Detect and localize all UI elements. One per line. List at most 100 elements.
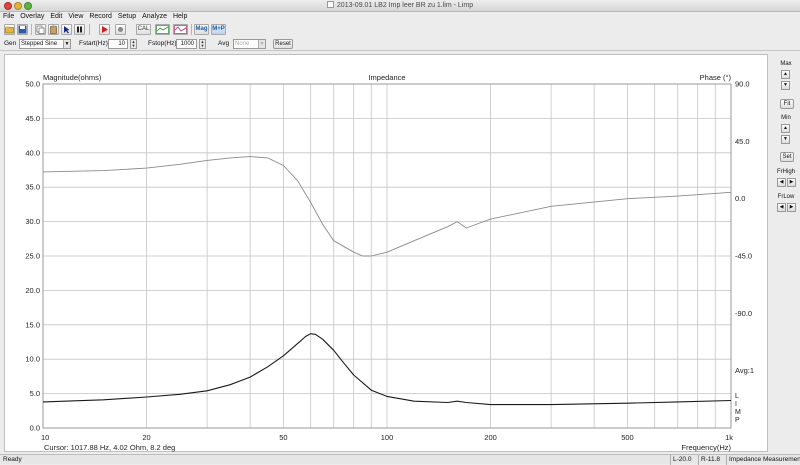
- chevron-down-icon: ▼: [63, 40, 70, 48]
- reset-button[interactable]: Reset: [273, 39, 293, 49]
- min-down-button[interactable]: ▼: [781, 135, 790, 144]
- pause-button[interactable]: [74, 24, 85, 35]
- generator-select[interactable]: Stepped Sine ▼: [19, 39, 71, 49]
- save-button[interactable]: [17, 24, 28, 35]
- frhigh-right-button[interactable]: ▶: [787, 178, 796, 187]
- frlow-label: FrLow: [777, 194, 795, 200]
- side-marker-p: P: [735, 417, 740, 424]
- copy-icon: [36, 25, 45, 34]
- fstart-stepper[interactable]: ▲ ▼: [130, 39, 137, 49]
- menu-record[interactable]: Record: [87, 12, 114, 22]
- status-bar: Ready L-20.0 R-11.8 Impedance Measuremen: [0, 454, 800, 465]
- menu-help[interactable]: Help: [171, 12, 189, 22]
- mag-phase-button[interactable]: M+P: [211, 24, 226, 35]
- phase-tick-label: 0.0: [735, 194, 745, 203]
- y-tick-label: 0.0: [30, 424, 40, 433]
- y-tick-label: 15.0: [25, 320, 40, 329]
- fstop-label: Fstop(Hz): [148, 40, 177, 47]
- x-tick-label: 100: [381, 433, 394, 442]
- frlow-left-button[interactable]: ◀: [777, 203, 786, 212]
- x-tick-label: 1k: [725, 433, 733, 442]
- min-up-button[interactable]: ▲: [781, 124, 790, 133]
- impedance-chart[interactable]: 50.0 45.0 40.0 35.0 30.0 25.0 20.0 15.0 10.0 5.0 0…: [5, 55, 769, 453]
- phase-tick-label: -45.0: [735, 252, 752, 261]
- magnitude-button[interactable]: Mag: [194, 24, 209, 35]
- record-icon: [118, 27, 123, 32]
- gen-label: Gen: [4, 40, 17, 47]
- y-tick-label: 10.0: [25, 355, 40, 364]
- disk-icon: [18, 25, 27, 34]
- generator-value: Stepped Sine: [21, 41, 58, 47]
- phase-tick-label: 45.0: [735, 137, 750, 146]
- record-button[interactable]: [115, 24, 126, 35]
- avg-label: Avg: [218, 40, 230, 47]
- frhigh-label: FrHigh: [776, 169, 795, 175]
- fstart-label: Fstart(Hz): [79, 40, 108, 47]
- y-tick-label: 25.0: [25, 252, 40, 261]
- pointer-icon: [64, 26, 70, 34]
- menu-view[interactable]: View: [66, 12, 85, 22]
- paste-button[interactable]: [48, 24, 59, 35]
- pause-icon: [77, 26, 82, 33]
- close-window-button[interactable]: [4, 2, 12, 10]
- y-tick-label: 35.0: [25, 183, 40, 192]
- y-tick-label: 5.0: [30, 389, 40, 398]
- frlow-right-button[interactable]: ▶: [787, 203, 796, 212]
- x-tick-label: 500: [621, 433, 634, 442]
- avg-value: None: [235, 41, 250, 47]
- menu-overlay[interactable]: Overlay: [18, 12, 46, 22]
- menu-analyze[interactable]: Analyze: [140, 12, 169, 22]
- menu-edit[interactable]: Edit: [48, 12, 64, 22]
- side-marker-m: M: [735, 409, 741, 416]
- y-tick-label: 30.0: [25, 217, 40, 226]
- side-marker-l: L: [735, 393, 739, 400]
- chevron-down-icon: ▼: [258, 40, 265, 48]
- window-title: 2013-09.01 LB2 Imp leer BR zu 1.lim - Li…: [336, 2, 474, 9]
- folder-icon: [5, 26, 14, 34]
- overlay-view-button[interactable]: [173, 24, 188, 35]
- y-tick-label: 50.0: [25, 80, 40, 89]
- y-tick-label: 45.0: [25, 114, 40, 123]
- x-tick-label: 10: [41, 433, 49, 442]
- minimize-window-button[interactable]: [14, 2, 22, 10]
- play-icon: [102, 26, 108, 33]
- title-bar: 2013-09.01 LB2 Imp leer BR zu 1.lim - Li…: [0, 0, 800, 12]
- right-panel: Max ▲ ▼ Fit Min ▲ ▼ Set FrHigh ◀ ▶ FrLow…: [772, 54, 800, 452]
- max-down-button[interactable]: ▼: [781, 81, 790, 90]
- set-button[interactable]: Set: [780, 152, 794, 162]
- fstart-input[interactable]: 10: [108, 39, 128, 49]
- x-axis-label: Frequency(Hz): [681, 443, 731, 452]
- fstop-stepper[interactable]: ▲ ▼: [199, 39, 206, 49]
- menu-file[interactable]: File: [0, 12, 16, 22]
- generator-bar: Gen Stepped Sine ▼ Fstart(Hz) 10 ▲ ▼ Fsto…: [0, 37, 800, 51]
- max-up-button[interactable]: ▲: [781, 70, 790, 79]
- phase-tick-label: 90.0: [735, 80, 750, 89]
- frhigh-left-button[interactable]: ◀: [777, 178, 786, 187]
- min-label: Min: [781, 115, 791, 121]
- run-button[interactable]: [99, 24, 110, 35]
- copy-button[interactable]: [35, 24, 46, 35]
- max-label: Max: [780, 61, 792, 67]
- fstop-input[interactable]: 1000: [176, 39, 197, 49]
- x-tick-label: 20: [142, 433, 150, 442]
- graph-view-button[interactable]: [155, 24, 170, 35]
- chart-panel[interactable]: 50.0 45.0 40.0 35.0 30.0 25.0 20.0 15.0 10.0 5.0 0…: [4, 54, 768, 452]
- avg-select[interactable]: None ▼: [233, 39, 266, 49]
- phase-axis-label: Phase (°): [700, 73, 732, 82]
- overlay-icon: [174, 25, 187, 34]
- menu-setup[interactable]: Setup: [116, 12, 138, 22]
- document-icon: [326, 1, 334, 8]
- cursor-button[interactable]: [61, 24, 72, 35]
- status-ready: Ready: [3, 456, 22, 463]
- clipboard-icon: [50, 25, 57, 34]
- toolbar: CAL Mag M+P: [0, 22, 800, 37]
- y-tick-label: 20.0: [25, 286, 40, 295]
- open-folder-button[interactable]: [4, 24, 15, 35]
- y-axis-label: Magnitude(ohms): [43, 73, 102, 82]
- zoom-window-button[interactable]: [24, 2, 32, 10]
- x-tick-label: 200: [484, 433, 497, 442]
- phase-tick-label: -90.0: [735, 309, 752, 318]
- fstart-value: 10: [118, 41, 125, 47]
- calibrate-button[interactable]: CAL: [136, 24, 151, 35]
- fit-button[interactable]: Fit: [780, 99, 794, 109]
